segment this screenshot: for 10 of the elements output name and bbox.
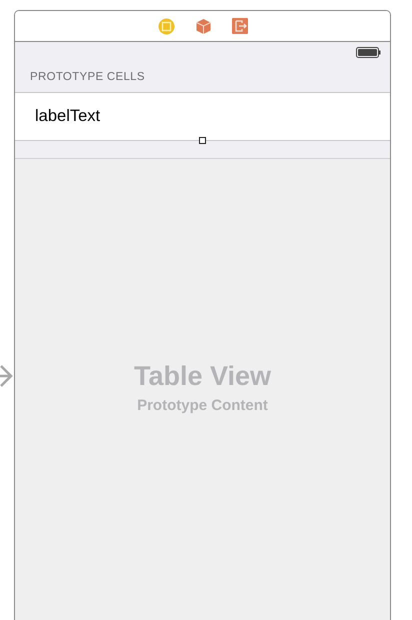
table-cell[interactable]: labelText — [15, 93, 390, 141]
placeholder-subtitle: Prototype Content — [137, 397, 268, 414]
cell-label: labelText — [35, 107, 100, 126]
battery-icon — [356, 46, 381, 58]
resize-handle[interactable] — [199, 137, 206, 144]
exit-icon[interactable] — [232, 18, 248, 34]
entry-arrow-icon — [0, 364, 13, 388]
cube-icon[interactable] — [194, 18, 212, 34]
section-header: PROTOTYPE CELLS — [30, 71, 145, 83]
placeholder-title: Table View — [134, 361, 272, 392]
